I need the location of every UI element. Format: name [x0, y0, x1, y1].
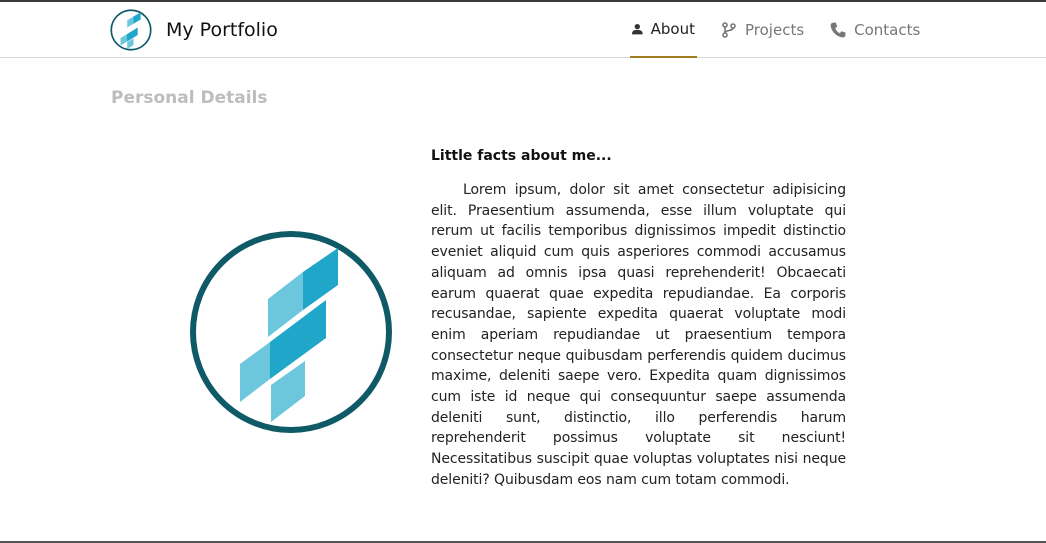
nav-item-about[interactable]: About: [630, 2, 697, 58]
portfolio-logo-large-icon: [190, 231, 392, 433]
nav-item-about-label: About: [650, 20, 695, 38]
facts-section: Little facts about me... Lorem ipsum, do…: [431, 148, 846, 491]
facts-paragraph: Lorem ipsum, dolor sit amet consectetur …: [431, 182, 846, 488]
nav-item-contacts-label: Contacts: [854, 21, 921, 39]
user-icon: [632, 24, 643, 35]
section-title: Personal Details: [111, 88, 268, 108]
nav-item-contacts[interactable]: Contacts: [828, 2, 922, 58]
nav-item-projects-label: Projects: [745, 21, 805, 39]
navbar: My Portfolio About Projects Contacts: [0, 2, 1046, 58]
nav-links: About Projects Contacts: [630, 2, 922, 58]
phone-icon: [830, 22, 846, 38]
git-branch-icon: [722, 22, 736, 38]
brand[interactable]: My Portfolio: [110, 9, 278, 51]
brand-title: My Portfolio: [166, 19, 278, 41]
portfolio-logo-icon: [110, 9, 152, 51]
facts-heading: Little facts about me...: [431, 148, 612, 164]
nav-item-projects[interactable]: Projects: [719, 2, 806, 58]
